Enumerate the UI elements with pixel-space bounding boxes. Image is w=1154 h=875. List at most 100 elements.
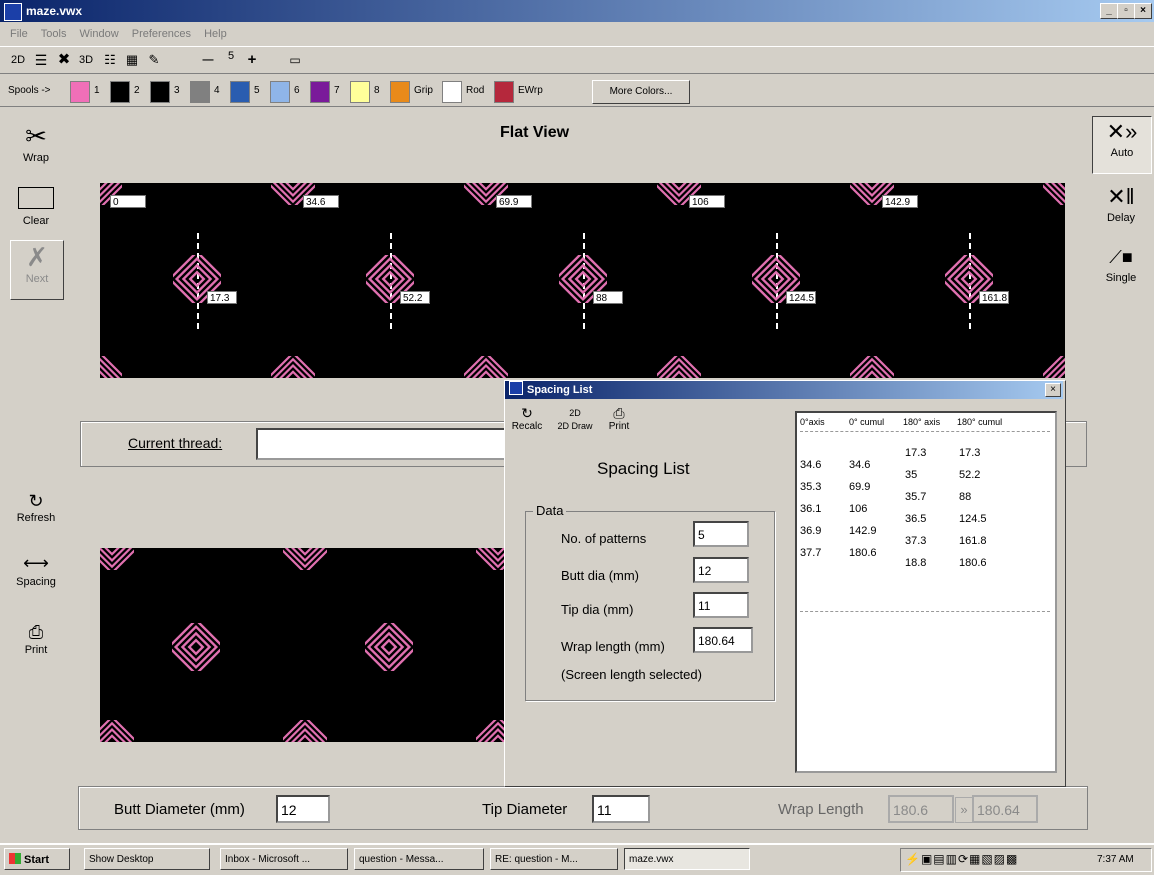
butt-dia-field[interactable]: 12 — [693, 557, 749, 583]
cell-180-cumul: 17.3 — [959, 447, 981, 459]
grid-icon[interactable]: ▦ — [122, 51, 142, 69]
cell-0-cumul: 180.6 — [849, 547, 877, 559]
spool-label-2: 2 — [134, 85, 140, 96]
title-bar: maze.vwx _ ▫ × — [0, 0, 1154, 22]
menu-tools[interactable]: Tools — [41, 28, 67, 40]
auto-tool[interactable]: ✕» Auto — [1092, 116, 1152, 174]
delay-tool[interactable]: ✕‖ Delay — [1092, 182, 1150, 224]
minimize-button[interactable]: _ — [1100, 3, 1118, 19]
rod-bottom-motif — [100, 720, 134, 742]
rod-view-canvas[interactable] — [100, 548, 504, 742]
edit-icon[interactable]: ✎ — [144, 51, 164, 69]
bottom-motif — [1043, 356, 1065, 378]
spool-swatch-6[interactable] — [270, 81, 290, 103]
print-label: Print — [24, 644, 48, 656]
recalc-label: Recalc — [511, 421, 543, 432]
spool-swatch-grip[interactable] — [390, 81, 410, 103]
next-tool[interactable]: ✗ Next — [10, 240, 64, 300]
list-icon[interactable]: ☰ — [32, 51, 50, 69]
align-icon[interactable]: ☷ — [100, 51, 120, 69]
auto-label: Auto — [1110, 147, 1134, 159]
mid-spacing-label: 124.5 — [786, 291, 816, 304]
spool-swatch-4[interactable] — [190, 81, 210, 103]
dialog-close-button[interactable]: × — [1045, 383, 1061, 397]
spool-swatch-2[interactable] — [110, 81, 130, 103]
menu-window[interactable]: Window — [80, 28, 119, 40]
spacing-list-table[interactable]: 0°axis 0° cumul 180° axis 180° cumul 34.… — [795, 411, 1057, 773]
cell-0-cumul: 69.9 — [849, 481, 871, 493]
next-icon: ✗ — [26, 242, 48, 272]
draw-2d-icon: 2D — [569, 408, 581, 418]
taskbar-maze[interactable]: maze.vwx — [624, 848, 750, 870]
rod-bottom-motif — [283, 720, 327, 742]
view-3d-button[interactable]: 3D — [76, 51, 96, 69]
refresh-tool[interactable]: ↻ Refresh — [10, 490, 62, 524]
draw-button[interactable]: 2D 2D Draw — [557, 405, 593, 433]
patterns-field[interactable]: 5 — [693, 521, 749, 547]
spool-label-6: 6 — [294, 85, 300, 96]
cell-180-cumul: 52.2 — [959, 469, 981, 481]
refresh-icon: ↻ — [28, 491, 44, 511]
apply-wrap-button[interactable]: » — [955, 797, 973, 823]
current-thread-field[interactable] — [256, 428, 510, 460]
taskbar-question[interactable]: question - Messa... — [354, 848, 484, 870]
tools-icon[interactable]: ✖ — [54, 51, 74, 69]
menu-bar: File Tools Window Preferences Help — [0, 24, 1154, 44]
more-colors-button[interactable]: More Colors... — [592, 80, 690, 104]
mid-spacing-label: 52.2 — [400, 291, 430, 304]
spool-swatch-3[interactable] — [150, 81, 170, 103]
close-button[interactable]: × — [1134, 3, 1152, 19]
spool-swatch-7[interactable] — [310, 81, 330, 103]
taskbar-re-question[interactable]: RE: question - M... — [490, 848, 618, 870]
mid-spacing-label: 17.3 — [207, 291, 237, 304]
spool-swatch-ewrp[interactable] — [494, 81, 514, 103]
taskbar: Start Show Desktop Inbox - Microsoft ...… — [0, 843, 1154, 875]
maximize-button[interactable]: ▫ — [1117, 3, 1135, 19]
start-button[interactable]: Start — [4, 848, 70, 870]
butt-diameter-field[interactable]: 12 — [276, 795, 330, 823]
start-label: Start — [24, 854, 50, 866]
spool-swatch-1[interactable] — [70, 81, 90, 103]
print-tool[interactable]: ⎙ Print — [10, 620, 62, 656]
refresh-label: Refresh — [16, 512, 56, 524]
cell-180-cumul: 161.8 — [959, 535, 987, 547]
mid-spacing-label: 88 — [593, 291, 623, 304]
dialog-print-button[interactable]: ⎙ Print — [601, 405, 637, 432]
tray-icons[interactable]: ⚡▣▤▥⟳▦▧▨▩ — [905, 852, 1018, 866]
cell-0-axis: 37.7 — [800, 547, 822, 559]
wrap-tool[interactable]: ✂ Wrap — [10, 120, 62, 164]
menu-file[interactable]: File — [10, 28, 28, 40]
top-motif — [1043, 183, 1065, 205]
spool-swatch-rod[interactable] — [442, 81, 462, 103]
clear-tool[interactable]: Clear — [10, 183, 62, 227]
wrap-length-dlg-field[interactable]: 180.64 — [693, 627, 753, 653]
spool-swatch-5[interactable] — [230, 81, 250, 103]
bottom-motif — [657, 356, 701, 378]
cell-180-axis: 18.8 — [905, 557, 927, 569]
tip-diameter-field[interactable]: 11 — [592, 795, 650, 823]
cell-180-axis: 17.3 — [905, 447, 927, 459]
menu-preferences[interactable]: Preferences — [132, 28, 191, 40]
taskbar-show-desktop[interactable]: Show Desktop — [84, 848, 210, 870]
printer-icon: ⎙ — [28, 622, 44, 642]
view-2d-button[interactable]: 2D — [8, 51, 28, 69]
spacing-tool[interactable]: ⟷ Spacing — [10, 550, 62, 588]
taskbar-inbox[interactable]: Inbox - Microsoft ... — [220, 848, 348, 870]
decrease-button[interactable]: — — [200, 51, 216, 69]
dialog-title: Spacing List — [527, 384, 593, 396]
spool-swatch-8[interactable] — [350, 81, 370, 103]
ruler-icon[interactable]: ▭ — [284, 51, 306, 69]
flat-view-canvas[interactable]: 0 34.6 69.9 106 142.9 17.3 52.2 88 124.5 161.8 — [100, 183, 1065, 378]
menu-help[interactable]: Help — [204, 28, 227, 40]
single-tool[interactable]: ⟋■ Single — [1092, 242, 1150, 284]
tip-dia-field[interactable]: 11 — [693, 592, 749, 618]
spool-label-8: 8 — [374, 85, 380, 96]
windows-logo-icon — [9, 853, 21, 864]
wrap-length-field[interactable]: 180.6 — [888, 795, 954, 823]
tip-dia-label: Tip dia (mm) — [561, 602, 634, 617]
dialog-app-icon — [509, 381, 523, 395]
spool-label-4: 4 — [214, 85, 220, 96]
top-spacing-label: 106 — [689, 195, 725, 208]
recalc-button[interactable]: ↻ Recalc — [509, 405, 545, 432]
increase-button[interactable]: + — [244, 51, 260, 69]
